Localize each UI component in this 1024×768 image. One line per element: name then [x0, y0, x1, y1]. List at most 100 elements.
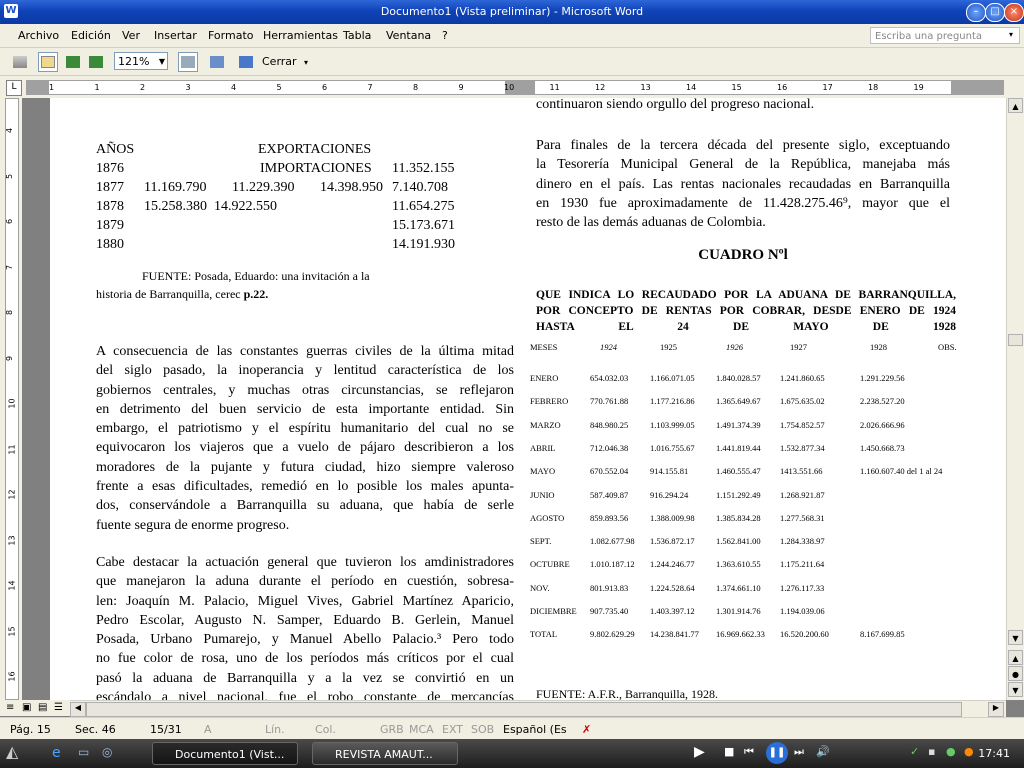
- view-ruler-button[interactable]: [178, 52, 198, 72]
- source-note-line2: historia de Barranquilla, cerec p.22.: [96, 287, 268, 302]
- ruler-number: 12: [7, 489, 17, 500]
- spelling-status-icon[interactable]: ✗: [582, 723, 591, 736]
- table-cell: AGOSTO: [530, 512, 565, 523]
- taskbar-button-revista[interactable]: REVISTA AMAUT...: [312, 742, 458, 765]
- status-ext[interactable]: EXT: [442, 723, 463, 736]
- status-language[interactable]: Español (Es: [503, 723, 567, 736]
- web-view-icon[interactable]: ▣: [22, 702, 31, 713]
- close-window-button[interactable]: ×: [1004, 3, 1024, 22]
- menu-archivo[interactable]: Archivo: [18, 29, 59, 42]
- table-cell: MESES: [530, 342, 558, 352]
- value-cell: 11.352.155: [392, 161, 455, 176]
- network-icon[interactable]: ✓: [910, 745, 919, 758]
- table-cell: 1.450.668.73: [860, 442, 905, 453]
- full-screen-button[interactable]: [236, 52, 256, 72]
- menu-formato[interactable]: Formato: [208, 29, 254, 42]
- maximize-button[interactable]: □: [985, 3, 1005, 22]
- text-line: QUE INDICA LO RECAUDADO POR LA ADUANA DE…: [536, 289, 956, 301]
- table-cell: 670.552.04: [590, 466, 629, 477]
- text-line: que manejaron la aduna durante el períod…: [96, 574, 514, 590]
- media-player-icon[interactable]: ◎: [102, 745, 112, 759]
- tray-icon[interactable]: ▪: [928, 745, 935, 758]
- scroll-down-button[interactable]: ▼: [1008, 630, 1023, 645]
- media-play-icon[interactable]: ▶: [694, 744, 705, 760]
- table-cell: 1.016.755.67: [650, 442, 695, 453]
- menu-tabla[interactable]: Tabla: [343, 29, 371, 42]
- vertical-ruler[interactable]: 4 5 6 7 8 9 10 11 12 13 14 15 16: [0, 98, 22, 700]
- status-sob[interactable]: SOB: [471, 723, 494, 736]
- scroll-thumb[interactable]: [1008, 334, 1023, 346]
- horizontal-scroll-thumb[interactable]: [86, 702, 962, 717]
- year-cell: 1878: [96, 199, 124, 214]
- ask-dropdown-icon[interactable]: ▾: [1009, 30, 1013, 39]
- one-page-icon: [66, 56, 80, 68]
- text-line: Posada, Urbano Pumarejo, y Manuel Abello…: [96, 632, 514, 648]
- value-cell: 11.229.390: [232, 180, 295, 195]
- status-line: Lín.: [265, 723, 285, 736]
- next-page-button[interactable]: ▼: [1008, 682, 1023, 697]
- magnifier-button[interactable]: [38, 52, 58, 72]
- internet-explorer-icon[interactable]: e: [52, 745, 61, 761]
- table-cell: MARZO: [530, 419, 561, 430]
- table-cell: 2.238.527.20: [860, 396, 905, 407]
- outline-view-icon[interactable]: ☰: [54, 702, 63, 713]
- print-view-icon[interactable]: ▤: [38, 702, 47, 713]
- media-pause-icon[interactable]: ❚❚: [766, 742, 788, 764]
- vertical-scrollbar[interactable]: ▲ ▼ ▲ ● ▼: [1006, 98, 1024, 700]
- media-next-icon[interactable]: ⏭: [794, 745, 804, 759]
- table-cell: JUNIO: [530, 489, 555, 500]
- volume-icon[interactable]: 🔊: [816, 745, 830, 758]
- normal-view-icon[interactable]: ≡: [6, 702, 14, 713]
- menu-insertar[interactable]: Insertar: [154, 29, 197, 42]
- menu-edicion[interactable]: Edición: [71, 29, 111, 42]
- browse-object-button[interactable]: ●: [1008, 666, 1023, 681]
- table-cell: 1.460.555.47: [716, 466, 761, 477]
- scroll-left-button[interactable]: ◀: [70, 702, 86, 717]
- full-screen-icon: [239, 56, 253, 68]
- value-cell: 11.169.790: [144, 180, 207, 195]
- antivirus-icon[interactable]: ●: [946, 745, 956, 758]
- table-cell: 1.284.338.97: [780, 536, 825, 547]
- zoom-select[interactable]: 121% ▼: [114, 52, 168, 70]
- menu-herramientas[interactable]: Herramientas: [263, 29, 338, 42]
- one-page-button[interactable]: [63, 52, 83, 72]
- scroll-up-button[interactable]: ▲: [1008, 98, 1023, 113]
- table-cell: 8.167.699.85: [860, 629, 905, 640]
- value-cell: 7.140.708: [392, 180, 448, 195]
- menu-help[interactable]: ?: [442, 29, 448, 42]
- ask-question-input[interactable]: Escriba una pregunta: [870, 27, 1020, 44]
- horizontal-scrollbar[interactable]: ◀ ▶: [70, 700, 1006, 717]
- multiple-pages-button[interactable]: [86, 52, 106, 72]
- status-page: Pág. 15: [10, 723, 51, 736]
- previous-page-button[interactable]: ▲: [1008, 650, 1023, 665]
- shrink-to-fit-button[interactable]: [207, 52, 227, 72]
- table-cell: 848.980.25: [590, 419, 629, 430]
- cuadro-subtitle: QUE INDICA LO RECAUDADO POR LA ADUANA DE…: [536, 287, 956, 335]
- horizontal-ruler[interactable]: 1 1 2 3 4 5 6 7 8 9 10 11 12 13 14 15 16 17 18 19: [26, 80, 1004, 95]
- media-stop-icon[interactable]: ■: [724, 745, 734, 758]
- start-button-icon[interactable]: ◭: [6, 742, 18, 761]
- text-line: len: Joaquín M. Palacio, Miguel Vives, G…: [96, 593, 514, 609]
- table-cell: 1.754.852.57: [780, 419, 825, 430]
- close-preview-button[interactable]: Cerrar: [262, 55, 297, 68]
- tab-selector[interactable]: L: [6, 80, 22, 96]
- minimize-button[interactable]: –: [966, 3, 986, 22]
- status-grb[interactable]: GRB: [380, 723, 404, 736]
- cuadro-source: FUENTE: A.F.R., Barranquilla, 1928.: [536, 687, 719, 700]
- paragraph-2: Cabe destacar la actuación general que t…: [96, 553, 514, 700]
- menu-ventana[interactable]: Ventana: [386, 29, 431, 42]
- document-page[interactable]: AÑOS EXPORTACIONES 1876 IMPORTACIONES 11…: [50, 98, 1006, 700]
- taskbar-button-documento1[interactable]: Documento1 (Vist...: [152, 742, 298, 765]
- text-line: pasó la aduana de Barranquilla y a la ve…: [96, 670, 514, 686]
- update-icon[interactable]: ●: [964, 745, 974, 758]
- toolbar-options-icon[interactable]: ▾: [304, 58, 308, 67]
- document-area[interactable]: AÑOS EXPORTACIONES 1876 IMPORTACIONES 11…: [22, 98, 1006, 700]
- show-desktop-icon[interactable]: ▭: [78, 745, 89, 759]
- print-button[interactable]: [10, 52, 30, 72]
- status-mca[interactable]: MCA: [409, 723, 434, 736]
- scroll-right-button[interactable]: ▶: [988, 702, 1004, 717]
- table-cell: 859.893.56: [590, 512, 629, 523]
- table-cell: 1.403.397.12: [650, 606, 695, 616]
- media-prev-icon[interactable]: ⏮: [744, 745, 754, 759]
- menu-ver[interactable]: Ver: [122, 29, 140, 42]
